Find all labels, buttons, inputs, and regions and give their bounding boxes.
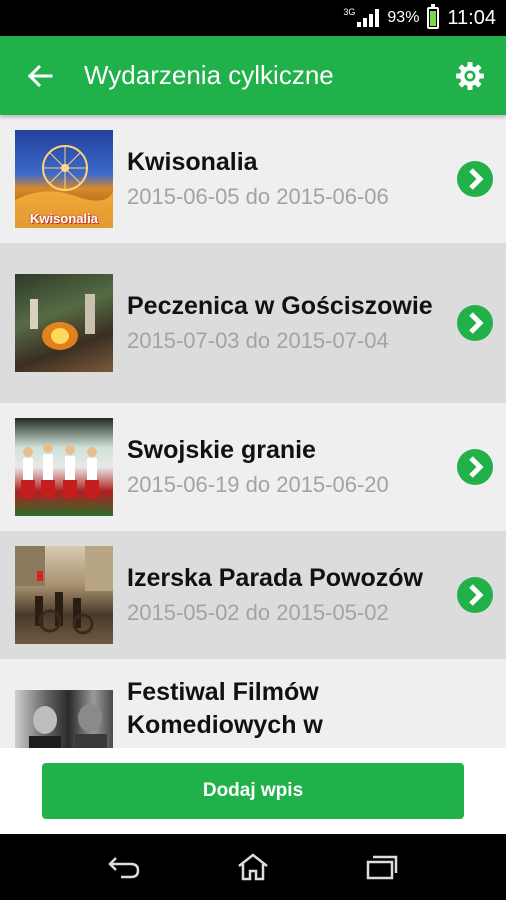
add-entry-button[interactable]: Dodaj wpis	[42, 763, 464, 819]
event-title: Festiwal Filmów Komediowych w	[127, 678, 323, 739]
event-date: 2015-05-02 do 2015-05-02	[127, 599, 389, 625]
back-icon	[108, 857, 140, 879]
arrow-back-icon	[27, 64, 53, 87]
nav-recents-button[interactable]	[357, 847, 407, 887]
event-thumbnail	[15, 418, 113, 516]
thumbnail-caption: Kwisonalia	[30, 211, 98, 226]
chevron-right-icon[interactable]	[457, 161, 493, 197]
signal-icon	[357, 9, 380, 27]
app-bar: Wydarzenia cylkiczne	[0, 36, 506, 115]
list-item[interactable]: Kwisonalia Kwisonalia 2015-06-05 do 2015…	[0, 115, 506, 243]
status-bar: 3G 93% 11:04	[0, 0, 506, 36]
footer: Dodaj wpis	[0, 748, 506, 834]
battery-icon	[427, 4, 440, 29]
chevron-right-icon[interactable]	[457, 305, 493, 341]
back-button[interactable]	[0, 36, 80, 115]
event-title: Izerska Parada Powozów	[127, 563, 423, 592]
list-item[interactable]: Peczenica w Gościszowie 2015-07-03 do 20…	[0, 243, 506, 403]
event-thumbnail	[15, 546, 113, 644]
gear-icon	[456, 61, 484, 90]
chevron-right-icon[interactable]	[457, 577, 493, 613]
event-thumbnail: Kwisonalia	[15, 130, 113, 228]
clock: 11:04	[447, 6, 496, 29]
network-type: 3G	[343, 7, 356, 17]
event-date: 2015-07-03 do 2015-07-04	[127, 327, 389, 353]
battery-percent: 93%	[387, 9, 420, 26]
list-item[interactable]: Festiwal Filmów Komediowych w	[0, 659, 506, 748]
settings-button[interactable]	[440, 36, 500, 115]
list-item[interactable]: Izerska Parada Powozów 2015-05-02 do 201…	[0, 531, 506, 659]
event-thumbnail	[15, 274, 113, 372]
event-title: Kwisonalia	[127, 147, 258, 176]
event-date: 2015-06-19 do 2015-06-20	[127, 471, 389, 497]
nav-back-button[interactable]	[99, 847, 149, 887]
event-title: Swojskie granie	[127, 435, 316, 464]
event-title: Peczenica w Gościszowie	[127, 291, 433, 320]
chevron-right-icon[interactable]	[457, 449, 493, 485]
page-title: Wydarzenia cylkiczne	[84, 60, 334, 90]
system-nav-bar	[0, 834, 506, 900]
event-list[interactable]: Kwisonalia Kwisonalia 2015-06-05 do 2015…	[0, 115, 506, 748]
list-item[interactable]: Swojskie granie 2015-06-19 do 2015-06-20	[0, 403, 506, 531]
event-date: 2015-06-05 do 2015-06-06	[127, 183, 389, 209]
nav-home-button[interactable]	[228, 847, 278, 887]
home-icon	[238, 853, 268, 881]
recents-icon	[366, 855, 397, 880]
event-thumbnail	[15, 690, 113, 748]
